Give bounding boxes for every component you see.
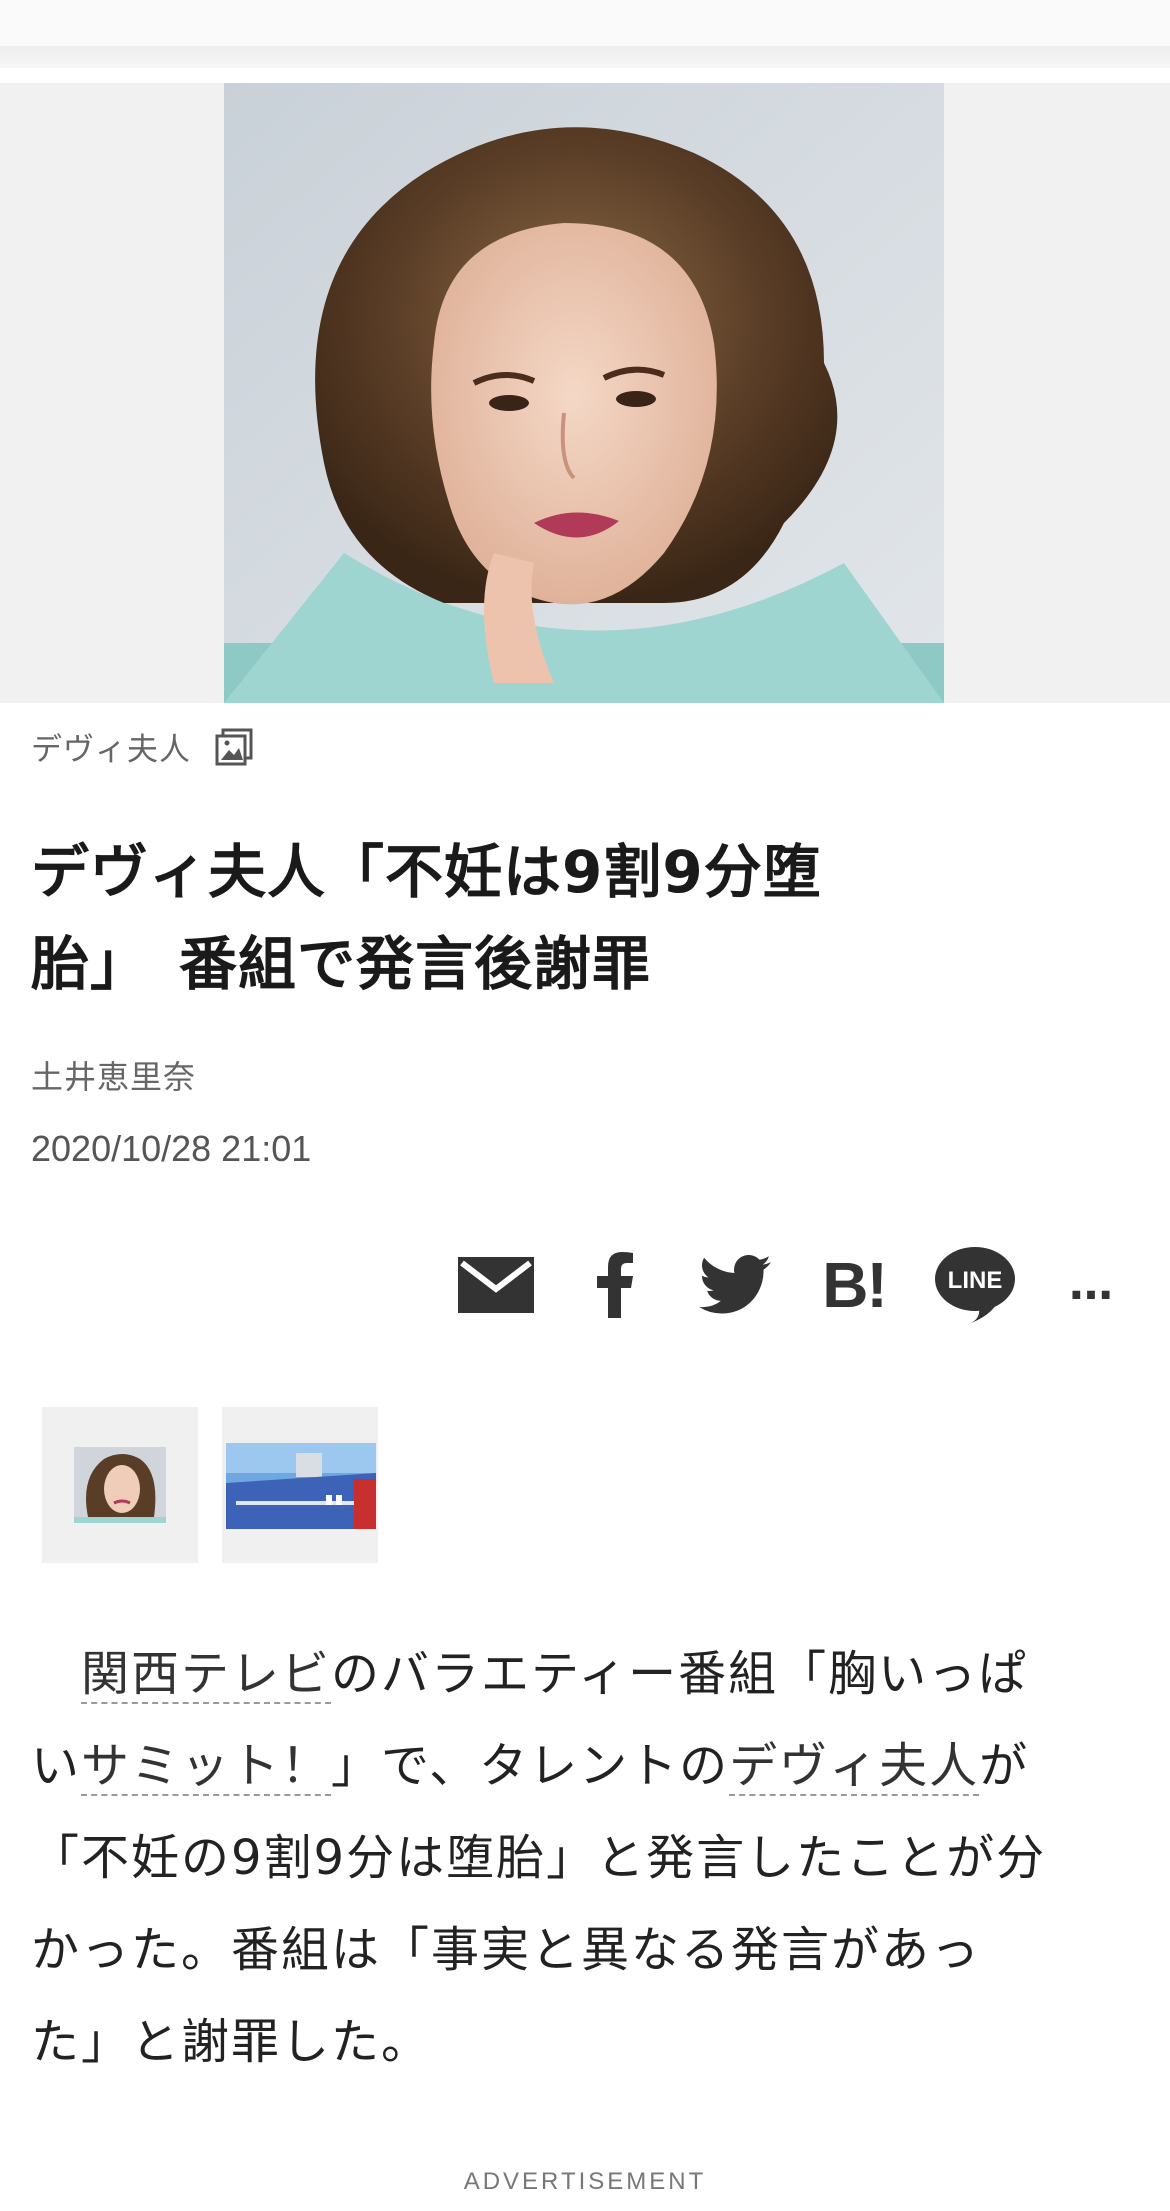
thumbnail-portrait[interactable]: [42, 1407, 198, 1563]
article-body: 関西テレビのバラエティー番組「胸いっぱ いサミット！」で、タレントのデヴィ夫人が…: [31, 1628, 1141, 2088]
header-shadow: [0, 46, 1170, 68]
more-share-button[interactable]: …: [1060, 1245, 1124, 1325]
mail-icon: [458, 1257, 534, 1313]
body-line-4: かった。番組は「事実と異なる発言があっ: [31, 1922, 982, 1978]
thumbnail-building-image: [226, 1443, 376, 1529]
body-indent: [31, 1646, 81, 1702]
link-mune-ippai-summit[interactable]: サミット！: [81, 1738, 332, 1796]
hero-image[interactable]: [0, 83, 1170, 703]
body-text-3: 」で、タレントの: [331, 1738, 730, 1794]
body-line-5: た」と謝罪した。: [31, 2014, 432, 2070]
hero-photo[interactable]: [224, 83, 944, 703]
article-headline: デヴィ夫人「不妊は9割9分堕 胎」 番組で発言後謝罪: [31, 826, 991, 1010]
topic-label[interactable]: デヴィ夫人: [31, 724, 191, 769]
line-share-button[interactable]: LINE: [930, 1245, 1020, 1325]
twitter-icon: [699, 1255, 771, 1314]
facebook-share-button[interactable]: [585, 1245, 645, 1325]
advertisement-label: ADVERTISEMENT: [463, 2168, 707, 2195]
hatena-bookmark-icon: B!: [822, 1249, 888, 1321]
publish-date: 2020/10/28 21:01: [31, 1128, 312, 1169]
topic-row: デヴィ夫人: [31, 724, 253, 769]
thumbnail-portrait-image: [74, 1447, 166, 1523]
body-text-4: が: [979, 1738, 1030, 1794]
facebook-icon: [597, 1252, 633, 1318]
more-icon: …: [1069, 1259, 1115, 1310]
twitter-share-button[interactable]: [695, 1245, 775, 1325]
thumbnail-building[interactable]: [222, 1407, 378, 1563]
mail-share-button[interactable]: [456, 1245, 536, 1325]
photo-thumbnails: [42, 1407, 378, 1563]
body-line-3: 「不妊の9割9分は堕胎」と発言したことが分: [31, 1830, 1047, 1886]
top-band: [0, 0, 1170, 46]
gallery-icon[interactable]: [215, 728, 253, 766]
body-text-2: い: [31, 1738, 82, 1794]
author-name[interactable]: 土井恵里奈: [31, 1052, 196, 1098]
link-dewi-fujin[interactable]: デヴィ夫人: [729, 1738, 980, 1796]
body-text-1: のバラエティー番組「胸いっぱ: [331, 1646, 1029, 1702]
hatena-bookmark-button[interactable]: B!: [812, 1245, 896, 1325]
portrait-photo: [224, 83, 944, 703]
line-icon: LINE: [935, 1247, 1015, 1324]
share-bar: B! LINE …: [0, 1245, 1170, 1325]
link-kansai-tv[interactable]: 関西テレビ: [81, 1646, 332, 1704]
headline-line-1: デヴィ夫人「不妊は9割9分堕: [31, 838, 822, 906]
svg-text:LINE: LINE: [948, 1267, 1003, 1294]
headline-line-2: 胎」 番組で発言後謝罪: [31, 930, 652, 998]
